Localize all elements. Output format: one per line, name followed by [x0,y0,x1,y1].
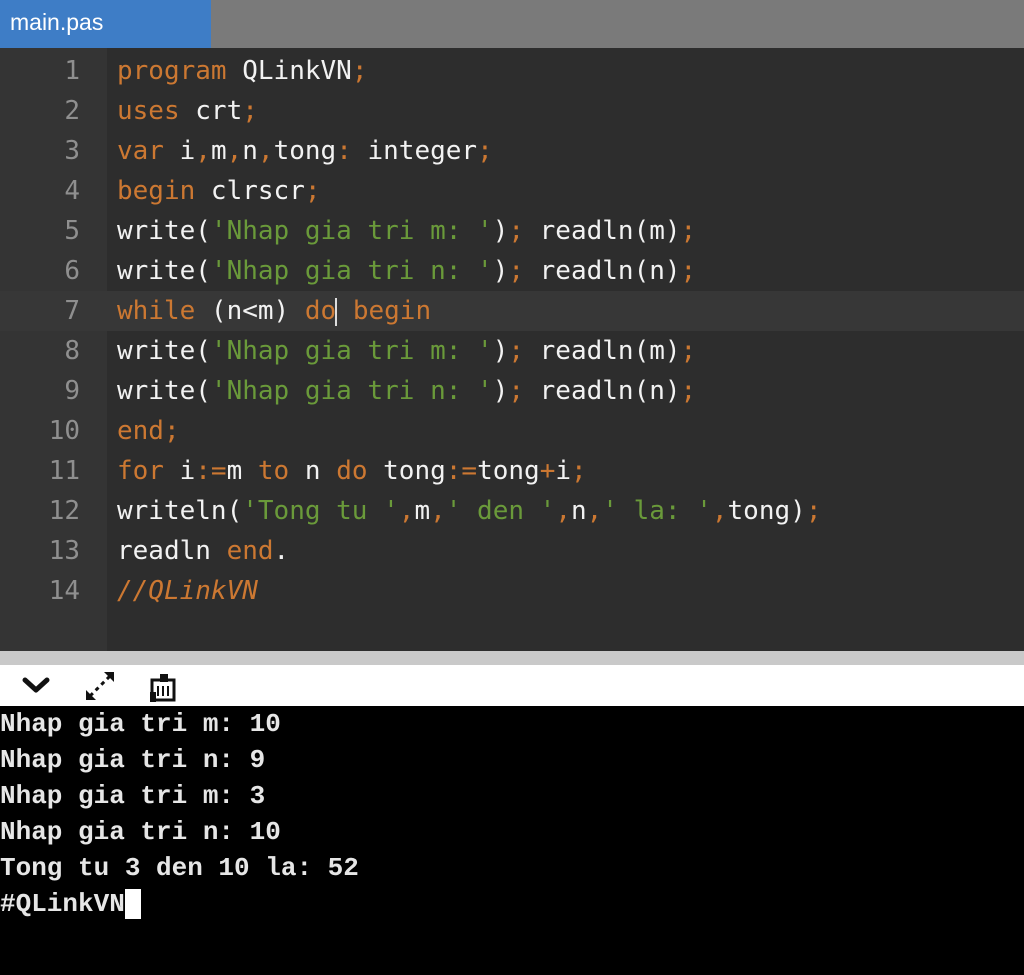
code-text: uses crt; [117,96,258,126]
code-text: begin clrscr; [117,176,321,206]
line-number: 2 [64,96,80,126]
terminal-line: Nhap gia tri n: 10 [0,817,281,847]
code-line: 8 write('Nhap gia tri m: '); readln(m); [0,331,1024,371]
code-line: 12 writeln('Tong tu ',m,' den ',n,' la: … [0,491,1024,531]
line-number: 6 [64,256,80,286]
ide-window: main.pas 1 program QLinkVN; 2 uses crt; … [0,0,1024,975]
terminal-line: Nhap gia tri m: 10 [0,709,281,739]
terminal-line: #QLinkVN [0,889,125,919]
code-line: 1 program QLinkVN; [0,51,1024,91]
code-line: 10 end; [0,411,1024,451]
line-number: 5 [64,216,80,246]
code-text: for i:=m to n do tong:=tong+i; [117,456,587,486]
code-text: write('Nhap gia tri m: '); readln(m); [117,336,697,366]
code-line-active: 7 while (n<m) do begin [0,291,1024,331]
terminal-line: Nhap gia tri m: 3 [0,781,266,811]
line-number: 14 [48,576,80,606]
code-text: write('Nhap gia tri n: '); readln(n); [117,256,697,286]
code-line: 9 write('Nhap gia tri n: '); readln(n); [0,371,1024,411]
code-line: 5 write('Nhap gia tri m: '); readln(m); [0,211,1024,251]
code-text: program QLinkVN; [117,56,368,86]
code-line: 2 uses crt; [0,91,1024,131]
code-line: 6 write('Nhap gia tri n: '); readln(n); [0,251,1024,291]
clear-console-button[interactable] [146,668,182,704]
code-editor[interactable]: 1 program QLinkVN; 2 uses crt; 3 var i,m… [0,48,1024,651]
line-number: 4 [64,176,80,206]
panel-splitter[interactable] [0,651,1024,665]
tab-bar: main.pas [0,0,1024,48]
terminal-input-line: #QLinkVN [0,886,141,922]
clear-console-icon [150,674,176,702]
line-number: 10 [48,416,80,446]
line-number: 7 [64,296,80,326]
code-line: 11 for i:=m to n do tong:=tong+i; [0,451,1024,491]
console-toolbar [0,665,1024,706]
collapse-console-button[interactable] [18,668,54,704]
terminal-line: Nhap gia tri n: 9 [0,745,266,775]
code-text: var i,m,n,tong: integer; [117,136,493,166]
code-text: end; [117,416,180,446]
terminal-line: Tong tu 3 den 10 la: 52 [0,853,359,883]
code-line: 14 //QLinkVN [0,571,1024,611]
expand-icon [86,672,114,700]
line-number: 11 [48,456,80,486]
code-line: 4 begin clrscr; [0,171,1024,211]
terminal-cursor [124,889,141,920]
line-number: 1 [64,56,80,86]
line-number: 8 [64,336,80,366]
chevron-down-icon [22,677,50,693]
line-number: 12 [48,496,80,526]
terminal-output[interactable]: Nhap gia tri m: 10 Nhap gia tri n: 9 Nha… [0,706,1024,975]
code-line: 3 var i,m,n,tong: integer; [0,131,1024,171]
line-number: 13 [48,536,80,566]
code-text: while (n<m) do begin [117,296,432,326]
line-number: 9 [64,376,80,406]
tab-main-pas[interactable]: main.pas [0,0,211,48]
code-line: 13 readln end. [0,531,1024,571]
code-text: readln end. [117,536,290,566]
code-text: writeln('Tong tu ',m,' den ',n,' la: ',t… [117,496,822,526]
line-number: 3 [64,136,80,166]
expand-console-button[interactable] [82,668,118,704]
code-text: write('Nhap gia tri m: '); readln(m); [117,216,697,246]
code-text: write('Nhap gia tri n: '); readln(n); [117,376,697,406]
code-text: //QLinkVN [117,576,258,606]
